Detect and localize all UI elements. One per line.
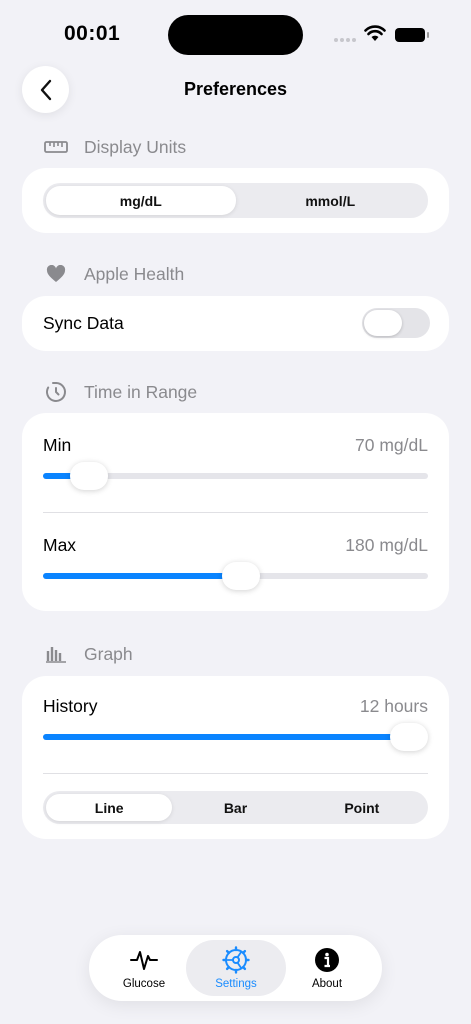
divider (43, 773, 428, 774)
segment-bar[interactable]: Bar (172, 794, 298, 821)
units-segmented-control[interactable]: mg/dL mmol/L (43, 183, 428, 218)
status-bar: 00:01 (0, 0, 471, 70)
toggle-knob (364, 310, 402, 336)
segment-line[interactable]: Line (46, 794, 173, 821)
sync-data-toggle[interactable] (362, 308, 430, 338)
tab-label: Settings (215, 978, 257, 990)
section-header-apple-health: Apple Health (44, 262, 184, 286)
waveform-icon (130, 946, 158, 974)
section-title: Apple Health (84, 263, 185, 284)
min-value: 70 mg/dL (355, 435, 428, 455)
min-slider-knob[interactable] (70, 462, 109, 490)
max-slider[interactable] (43, 562, 428, 590)
max-value: 180 mg/dL (345, 535, 428, 555)
bar-chart-icon (44, 642, 68, 666)
history-value: 12 hours (359, 696, 428, 716)
divider (43, 512, 428, 513)
section-header-time-in-range: Time in Range (44, 380, 197, 404)
page-title: Preferences (183, 79, 288, 99)
max-label: Max (43, 535, 77, 555)
section-title: Display Units (84, 136, 187, 157)
graph-card: History 12 hours Line Bar Point (22, 676, 449, 839)
info-icon (313, 946, 341, 974)
tab-label: Glucose (122, 978, 166, 990)
apple-health-card: Sync Data (22, 296, 449, 351)
ruler-icon (44, 135, 68, 159)
section-title: Graph (84, 643, 133, 664)
time-in-range-card: Min 70 mg/dL Max 180 mg/dL (22, 413, 449, 611)
history-slider[interactable] (43, 723, 428, 751)
max-slider-fill (43, 573, 242, 579)
heart-icon (44, 262, 68, 286)
history-slider-knob[interactable] (389, 723, 428, 751)
dynamic-island (168, 15, 303, 55)
tab-glucose[interactable]: Glucose (94, 940, 194, 996)
segment-mmol-l[interactable]: mmol/L (236, 186, 426, 215)
min-label: Min (43, 435, 72, 455)
status-time: 00:01 (64, 22, 121, 45)
history-label: History (43, 696, 98, 716)
section-header-graph: Graph (44, 642, 133, 666)
tab-settings[interactable]: Settings (186, 940, 286, 996)
min-slider[interactable] (43, 462, 428, 490)
segment-point[interactable]: Point (299, 794, 425, 821)
tab-about[interactable]: About (277, 940, 377, 996)
tab-bar: Glucose Settings About (89, 935, 382, 1001)
segment-mg-dl[interactable]: mg/dL (46, 186, 236, 215)
timer-icon (44, 380, 68, 404)
history-slider-fill (43, 734, 409, 740)
wifi-icon (364, 24, 386, 47)
cellular-signal-icon (334, 38, 356, 42)
sync-data-label: Sync Data (43, 313, 124, 333)
gear-icon (222, 946, 250, 974)
battery-icon (395, 28, 429, 42)
display-units-card: mg/dL mmol/L (22, 168, 449, 233)
tab-label: About (311, 978, 343, 990)
max-slider-knob[interactable] (222, 562, 261, 590)
graph-style-segmented-control[interactable]: Line Bar Point (43, 791, 428, 824)
section-title: Time in Range (84, 381, 198, 402)
section-header-display-units: Display Units (44, 135, 186, 159)
